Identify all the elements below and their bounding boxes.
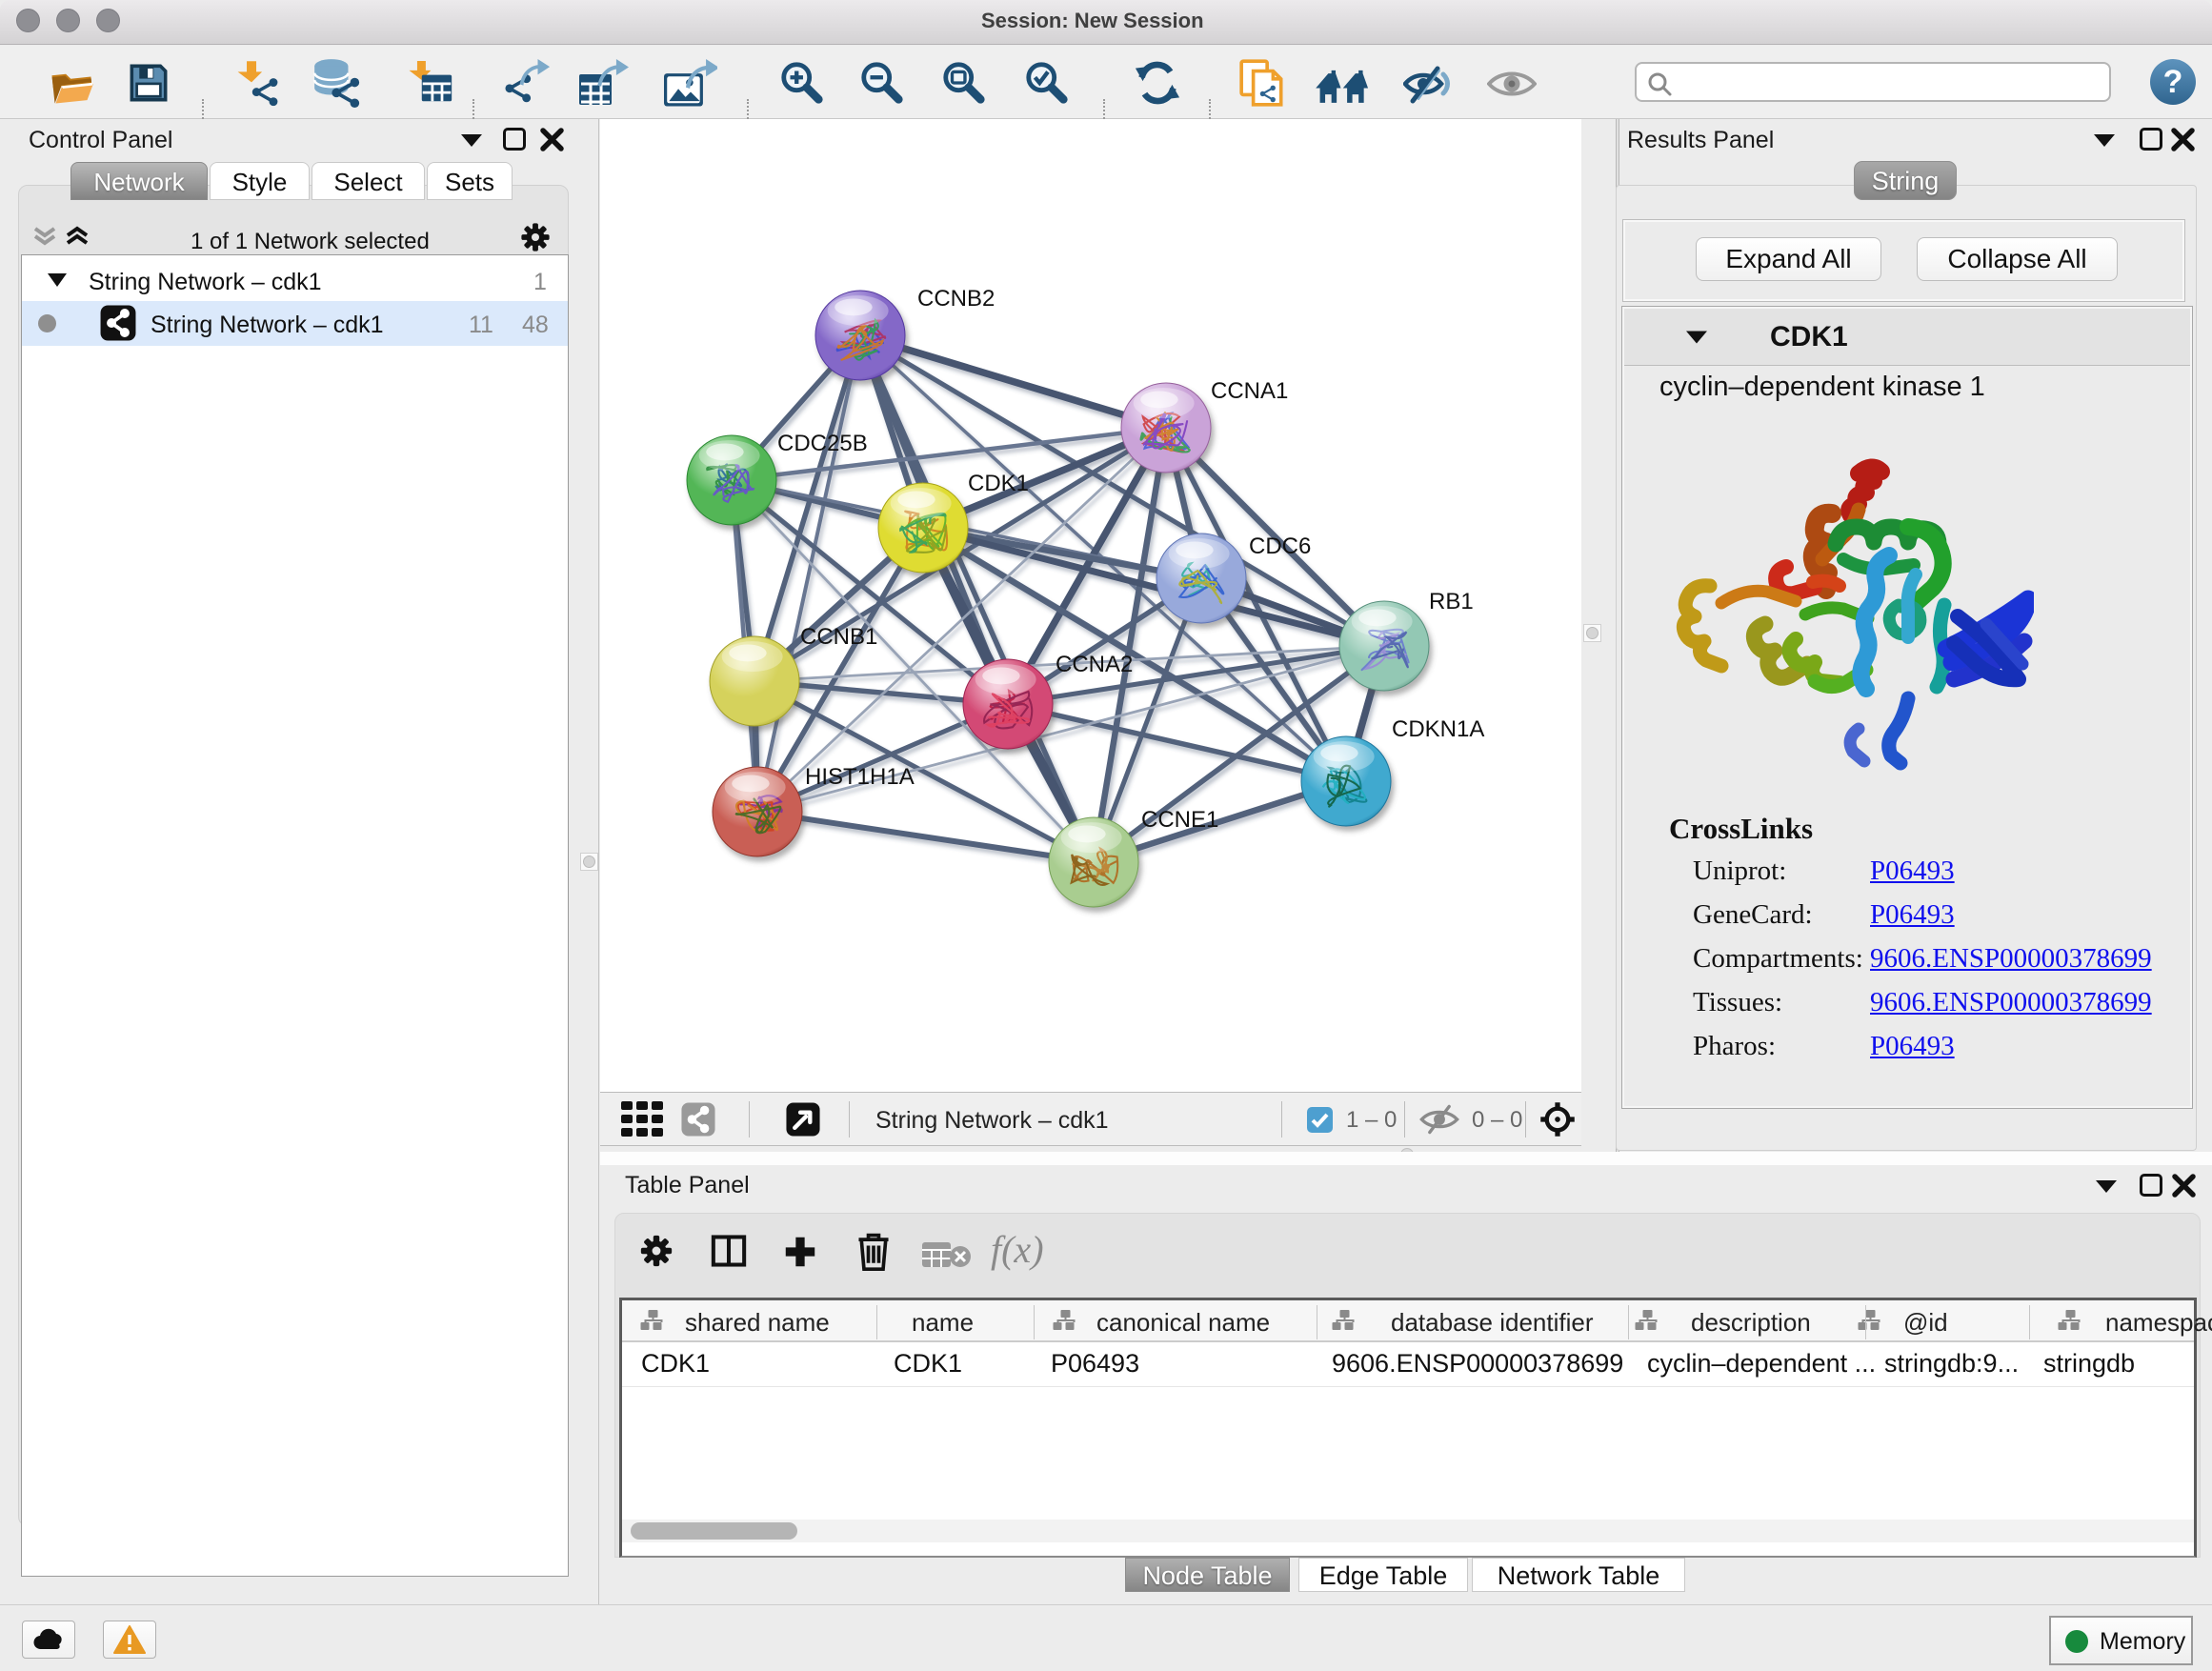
- svg-text:CDC6: CDC6: [1249, 534, 1311, 559]
- svg-text:CDC25B: CDC25B: [777, 431, 868, 456]
- svg-text:CCNA2: CCNA2: [1056, 652, 1133, 677]
- svg-text:HIST1H1A: HIST1H1A: [805, 764, 915, 790]
- svg-text:CDKN1A: CDKN1A: [1392, 716, 1484, 742]
- svg-text:CCNB1: CCNB1: [800, 624, 877, 650]
- svg-text:CDK1: CDK1: [968, 471, 1029, 496]
- svg-text:CCNE1: CCNE1: [1141, 807, 1218, 833]
- svg-text:RB1: RB1: [1429, 589, 1474, 614]
- svg-text:CCNB2: CCNB2: [917, 286, 995, 312]
- svg-text:CCNA1: CCNA1: [1211, 378, 1288, 404]
